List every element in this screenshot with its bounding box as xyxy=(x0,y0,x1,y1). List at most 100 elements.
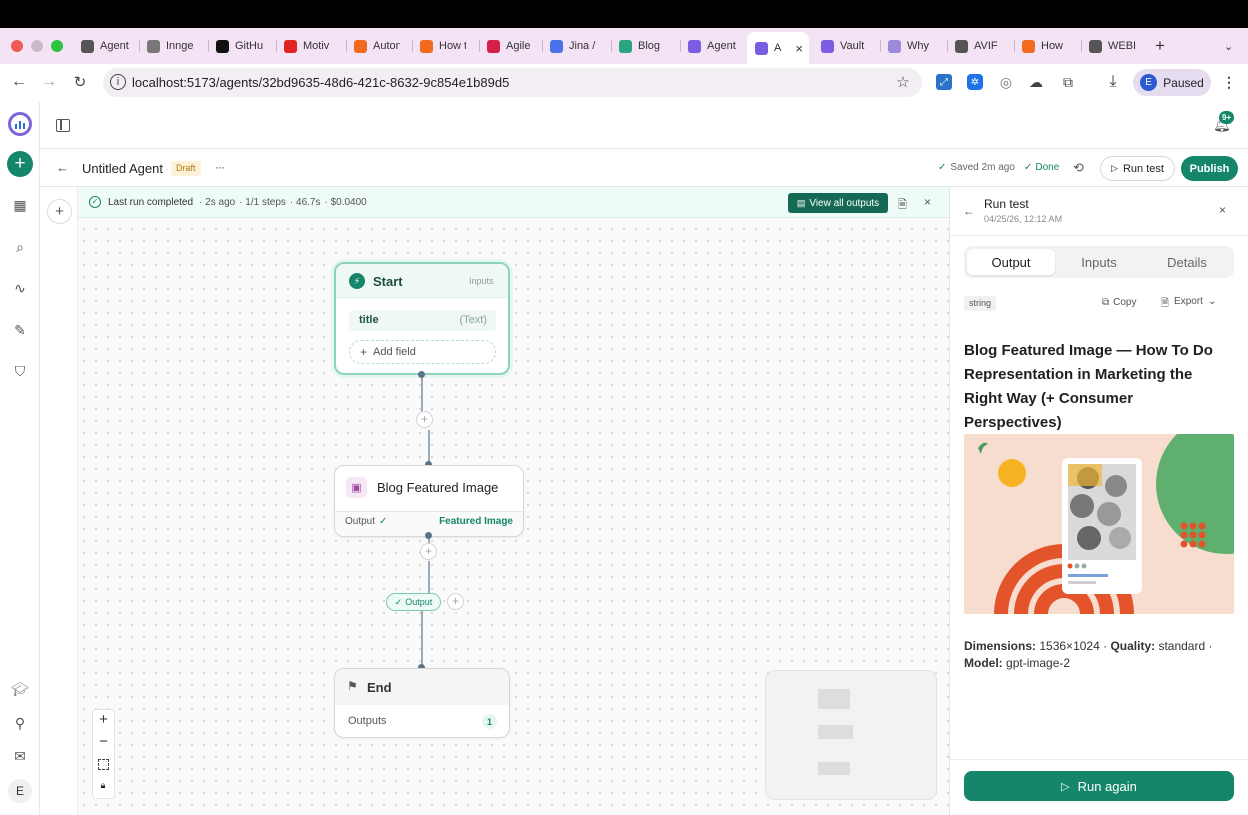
zoom-in-button[interactable]: + xyxy=(96,711,111,729)
add-node-button[interactable]: + xyxy=(47,199,72,224)
more-options-icon[interactable]: ··· xyxy=(215,160,225,174)
browser-tab[interactable]: Agent xyxy=(81,36,129,56)
view-all-outputs-button[interactable]: ▤ View all outputs xyxy=(788,193,888,213)
copy-button[interactable]: ⧉ Copy xyxy=(1102,297,1137,308)
user-avatar[interactable]: E xyxy=(8,779,32,803)
jina-icon xyxy=(550,39,563,53)
run-duration: · 46.7s xyxy=(289,197,321,208)
fit-view-icon[interactable] xyxy=(98,759,109,770)
tab-output[interactable]: Output xyxy=(967,249,1055,275)
add-output-button[interactable]: + xyxy=(447,593,464,610)
tab-search-chevron-icon[interactable]: ⌄ xyxy=(1224,36,1233,56)
window-maximize-button[interactable] xyxy=(51,40,63,52)
browser-tab[interactable]: How t xyxy=(420,36,466,56)
extension-globe-icon[interactable]: ◎ xyxy=(998,74,1014,90)
notification-badge: 9+ xyxy=(1219,111,1235,124)
canvas-side-strip xyxy=(40,187,78,815)
blog-node-title: Blog Featured Image xyxy=(377,480,499,495)
draft-badge: Draft xyxy=(171,161,201,176)
browser-tab[interactable]: AVIF xyxy=(955,36,1005,56)
file-icon[interactable]: 🗎︎ xyxy=(898,196,907,215)
agent-icon xyxy=(821,39,834,53)
blog-output-value: Featured Image xyxy=(439,516,513,527)
close-tab-icon[interactable]: × xyxy=(795,41,803,56)
extension-screen-icon[interactable]: ⤢ xyxy=(936,74,952,90)
plug-icon[interactable]: ⚲ xyxy=(10,713,30,733)
github-icon xyxy=(216,39,229,53)
minimap[interactable] xyxy=(765,670,937,800)
add-field-button[interactable]: + Add field xyxy=(349,340,496,364)
lock-icon[interactable]: 🔒︎ xyxy=(98,780,108,790)
tools-icon[interactable]: ✎ xyxy=(10,320,30,340)
browser-tab[interactable]: Motiv xyxy=(284,36,334,56)
new-tab-button[interactable]: + xyxy=(1155,36,1165,56)
window-minimize-button[interactable] xyxy=(31,40,43,52)
browser-tab[interactable]: Blog xyxy=(619,36,669,56)
browser-tab[interactable]: Innge xyxy=(147,36,197,56)
extensions-puzzle-icon[interactable]: ⧉ xyxy=(1059,73,1077,91)
close-status-icon[interactable]: × xyxy=(924,195,931,209)
insert-step-button[interactable]: + xyxy=(416,411,433,428)
back-icon[interactable]: ← xyxy=(56,160,69,175)
publish-button[interactable]: Publish xyxy=(1181,156,1238,181)
extension-cloud-icon[interactable]: ☁ xyxy=(1028,74,1044,90)
browser-tab[interactable]: GitHu xyxy=(216,36,266,56)
profile-button[interactable]: E Paused xyxy=(1133,69,1211,96)
forward-arrow-icon[interactable]: → xyxy=(40,73,58,91)
window-close-button[interactable] xyxy=(11,40,23,52)
output-pill[interactable]: ✓ Output xyxy=(386,593,441,611)
browser-tab[interactable]: Agent xyxy=(688,36,738,56)
tab-inputs[interactable]: Inputs xyxy=(1058,249,1140,275)
panel-back-icon[interactable]: ← xyxy=(963,204,975,218)
start-output-handle[interactable] xyxy=(418,371,425,378)
chevron-down-icon: ⌄ xyxy=(1207,296,1217,307)
reload-icon[interactable]: ↻ xyxy=(71,73,89,91)
back-arrow-icon[interactable]: ← xyxy=(10,73,28,91)
zoom-out-button[interactable]: − xyxy=(96,733,111,751)
browser-tab[interactable]: Jina / xyxy=(550,36,600,56)
browser-tab[interactable]: A × xyxy=(747,32,809,64)
browser-tab-label: GitHu xyxy=(235,40,264,52)
browser-tab[interactable]: Auton xyxy=(354,36,400,56)
browser-tab[interactable]: Agile xyxy=(487,36,537,56)
history-icon[interactable]: ⟲ xyxy=(1073,160,1084,176)
bookmark-star-icon[interactable]: ☆ xyxy=(894,73,912,91)
tab-details[interactable]: Details xyxy=(1145,249,1229,275)
panel-close-icon[interactable]: × xyxy=(1219,203,1226,217)
run-test-button[interactable]: ▷ Run test xyxy=(1100,156,1175,181)
tab-separator xyxy=(880,40,881,52)
app-logo-icon[interactable] xyxy=(8,112,32,136)
shield-icon[interactable]: ⛉ xyxy=(10,361,30,381)
generated-featured-image[interactable] xyxy=(964,434,1234,614)
run-again-button[interactable]: ▷ Run again xyxy=(964,771,1234,801)
browser-tab[interactable]: WEBI xyxy=(1089,36,1139,56)
tab-separator xyxy=(346,40,347,52)
activity-icon[interactable]: ∿ xyxy=(10,278,30,298)
site-info-icon[interactable]: i xyxy=(110,74,126,90)
output-label-text: Output xyxy=(345,516,376,527)
download-icon[interactable]: ⤓ xyxy=(1104,73,1122,91)
new-icon[interactable]: + xyxy=(7,151,33,177)
end-node[interactable]: ⚑ End Outputs 1 xyxy=(334,668,510,738)
title-field[interactable]: title (Text) xyxy=(349,310,496,331)
search-icon[interactable]: ⌕ xyxy=(10,237,30,257)
blog-featured-image-node[interactable]: ▣ Blog Featured Image Output ✓ Featured … xyxy=(334,465,524,537)
dashboard-icon[interactable]: ▦ xyxy=(10,195,30,215)
agent-title[interactable]: Untitled Agent xyxy=(82,161,163,176)
tab-separator xyxy=(139,40,140,52)
mail-icon[interactable]: ✉ xyxy=(10,746,30,766)
output-pill-label: Output xyxy=(405,597,433,607)
browser-menu-icon[interactable]: ⋮ xyxy=(1222,73,1236,91)
browser-tab[interactable]: Vault xyxy=(821,36,871,56)
insert-step-button-2[interactable]: + xyxy=(420,543,437,560)
browser-tab[interactable]: How xyxy=(1022,36,1068,56)
browser-tab[interactable]: Why xyxy=(888,36,938,56)
export-button[interactable]: 🗎︎ Export ⌄ xyxy=(1161,296,1216,313)
start-node[interactable]: ⚡︎ Start Inputs title (Text) + Add field xyxy=(334,262,510,375)
sidebar-toggle-icon[interactable] xyxy=(56,119,70,132)
graduation-icon[interactable]: 🎓︎ xyxy=(10,679,30,699)
extension-gear-icon[interactable]: ✲ xyxy=(967,74,983,90)
done-indicator[interactable]: ✓ Done xyxy=(1024,162,1059,173)
blog-output-handle[interactable] xyxy=(425,532,432,539)
why-icon xyxy=(888,39,901,53)
